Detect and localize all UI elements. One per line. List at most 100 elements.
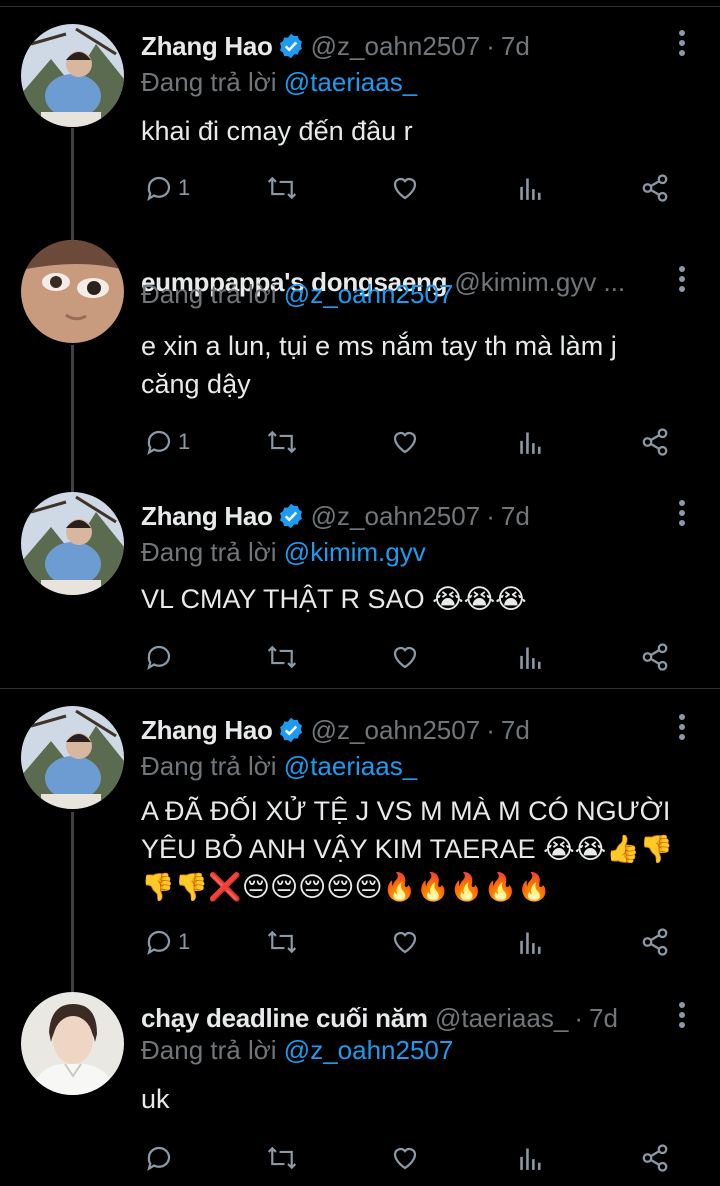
display-name[interactable]: Zhang Hao: [141, 715, 273, 745]
views-button[interactable]: [518, 637, 544, 677]
reply-count: 1: [178, 929, 191, 954]
tweet-text-line: uk: [141, 1084, 170, 1114]
retweet-icon: [267, 1146, 297, 1170]
tweet-text-line: YÊU BỎ ANH VẬY KIM TAERAE 😭😭👍👎: [141, 834, 674, 864]
views-button[interactable]: [518, 168, 544, 208]
views-button[interactable]: [518, 422, 544, 462]
reply-button[interactable]: 1: [144, 922, 190, 962]
retweet-button[interactable]: [265, 637, 299, 677]
tweet-text-line: căng dậy: [141, 369, 251, 399]
replying-to: Đang trả lời @taeriaas_: [141, 748, 417, 784]
heart-icon: [393, 431, 417, 454]
reply-icon: [147, 930, 171, 956]
replying-to: Đang trả lời @kimim.gyv: [141, 534, 426, 570]
views-button[interactable]: [518, 922, 544, 962]
avatar[interactable]: [21, 492, 124, 595]
reply-to-link[interactable]: @z_oahn2507: [284, 1035, 454, 1065]
tweet-text: e xin a lun, tụi e ms nắm tay th mà làm …: [141, 327, 681, 403]
reply-prefix: Đang trả lời: [141, 67, 277, 97]
tweet-text-line: A ĐÃ ĐỐI XỬ TỆ J VS M MÀ M CÓ NGƯỜI: [141, 796, 671, 826]
display-name[interactable]: chạy deadline cuối năm: [141, 1003, 428, 1033]
reply-prefix: Đang trả lời: [141, 1035, 277, 1065]
more-options-icon[interactable]: [678, 714, 686, 740]
reply-to-link[interactable]: @kimim.gyv: [284, 537, 426, 567]
more-options-icon[interactable]: [678, 266, 686, 292]
share-icon: [642, 928, 668, 956]
share-button[interactable]: [640, 1138, 670, 1178]
reply-to-link[interactable]: @taeriaas_: [284, 751, 417, 781]
reply-to-link[interactable]: @z_oahn2507: [284, 279, 454, 309]
reply-thread: Zhang Hao @z_oahn2507 · 7d Đang trả lời @ta…: [0, 0, 720, 1186]
tweet-text: uk: [141, 1080, 681, 1118]
reply-prefix: Đang trả lời: [141, 279, 277, 309]
handle[interactable]: @kimim.gyv ...: [454, 267, 625, 297]
reply-to-link[interactable]: @taeriaas_: [284, 67, 417, 97]
reply-count: 1: [178, 429, 191, 454]
retweet-button[interactable]: [265, 168, 299, 208]
timestamp[interactable]: 7d: [589, 1003, 618, 1033]
avatar[interactable]: [21, 24, 124, 127]
retweet-icon: [267, 430, 297, 454]
like-button[interactable]: [390, 1138, 420, 1178]
like-button[interactable]: [390, 637, 420, 677]
retweet-icon: [267, 930, 297, 954]
separator: ·: [486, 715, 495, 745]
retweet-button[interactable]: [265, 422, 299, 462]
views-button[interactable]: [518, 1138, 544, 1178]
separator: ·: [486, 501, 495, 531]
tweet-header: Zhang Hao @z_oahn2507 · 7d: [141, 26, 660, 66]
tweet[interactable]: Zhang Hao @z_oahn2507 · 7d Đang trả lời @ta…: [0, 0, 720, 230]
tweet[interactable]: Zhang Hao @z_oahn2507 · 7d Đang trả lời @ta…: [0, 684, 720, 984]
avatar[interactable]: [21, 992, 124, 1095]
more-options-icon[interactable]: [678, 30, 686, 56]
tweet[interactable]: chạy deadline cuối năm @taeriaas_ · 7d Đan…: [0, 970, 720, 1186]
like-button[interactable]: [390, 168, 420, 208]
heart-icon: [393, 177, 417, 200]
retweet-icon: [267, 645, 297, 669]
retweet-icon: [267, 176, 297, 200]
reply-button[interactable]: 1: [144, 422, 190, 462]
timestamp[interactable]: 7d: [501, 501, 530, 531]
share-button[interactable]: [640, 168, 670, 208]
verified-badge-icon: [277, 501, 305, 536]
display-name[interactable]: Zhang Hao: [141, 501, 273, 531]
heart-icon: [393, 646, 417, 669]
tweet-text-line: VL CMAY THẬT R SAO 😭😭😭: [141, 584, 527, 614]
separator: ·: [574, 1003, 583, 1033]
retweet-button[interactable]: [265, 922, 299, 962]
like-button[interactable]: [390, 422, 420, 462]
share-button[interactable]: [640, 637, 670, 677]
display-name[interactable]: Zhang Hao: [141, 31, 273, 61]
like-button[interactable]: [390, 922, 420, 962]
handle[interactable]: @taeriaas_: [435, 1003, 568, 1033]
reply-button[interactable]: [144, 1138, 178, 1178]
timestamp[interactable]: 7d: [501, 715, 530, 745]
tweet[interactable]: Zhang Hao @z_oahn2507 · 7d Đang trả lời @ki…: [0, 470, 720, 688]
reply-prefix: Đang trả lời: [141, 751, 277, 781]
retweet-button[interactable]: [265, 1138, 299, 1178]
handle[interactable]: @z_oahn2507: [311, 31, 481, 61]
tweet[interactable]: eumppappa's dongsaeng @kimim.gyv ... Đan…: [0, 236, 720, 486]
separator: ·: [486, 31, 495, 61]
reply-button[interactable]: [144, 637, 178, 677]
share-icon: [642, 1144, 668, 1172]
action-bar: 1: [0, 922, 720, 962]
action-bar: 1: [0, 168, 720, 208]
handle[interactable]: @z_oahn2507: [311, 715, 481, 745]
replying-to: Đang trả lời @taeriaas_: [141, 64, 417, 100]
timestamp[interactable]: 7d: [501, 31, 530, 61]
replying-to: Đang trả lời @z_oahn2507: [141, 276, 453, 312]
avatar[interactable]: [21, 240, 124, 343]
more-options-icon[interactable]: [678, 500, 686, 526]
share-icon: [642, 643, 668, 671]
avatar[interactable]: [21, 706, 124, 809]
verified-badge-icon: [277, 31, 305, 66]
action-bar: [0, 1138, 720, 1178]
more-options-icon[interactable]: [678, 1002, 686, 1028]
handle[interactable]: @z_oahn2507: [311, 501, 481, 531]
share-button[interactable]: [640, 422, 670, 462]
heart-icon: [393, 931, 417, 954]
reply-button[interactable]: 1: [144, 168, 190, 208]
share-button[interactable]: [640, 922, 670, 962]
analytics-icon: [520, 932, 541, 954]
